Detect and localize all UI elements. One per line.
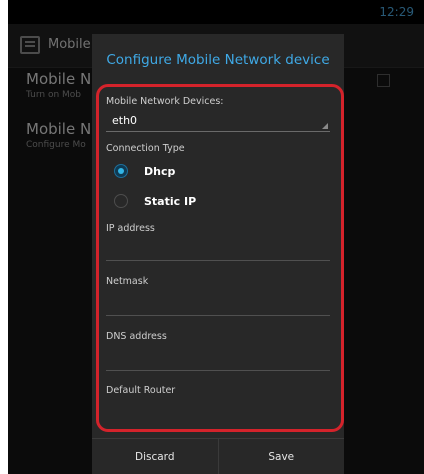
radio-static-ip[interactable]: Static IP [114,192,196,210]
save-button[interactable]: Save [217,439,345,474]
ip-address-label: IP address [106,223,155,234]
dns-address-label: DNS address [106,331,167,342]
radio-unchecked-icon[interactable] [114,194,128,208]
radio-checked-icon[interactable] [114,164,128,178]
dns-address-input[interactable] [106,370,330,371]
device-spinner-value: eth0 [112,114,138,127]
netmask-input[interactable] [106,315,330,316]
configure-network-dialog: Configure Mobile Network device Mobile N… [92,34,344,474]
dialog-button-bar: Discard Save [92,438,344,474]
ip-address-input[interactable] [106,260,330,261]
netmask-label: Netmask [106,276,149,287]
spinner-arrow-icon [322,123,328,129]
device-spinner[interactable]: eth0 [106,112,330,132]
dialog-title: Configure Mobile Network device [106,52,330,68]
radio-label: Dhcp [144,164,176,178]
devices-label: Mobile Network Devices: [106,96,224,107]
connection-type-label: Connection Type [106,143,185,154]
radio-dhcp[interactable]: Dhcp [114,162,175,180]
default-router-label: Default Router [106,385,176,396]
radio-label: Static IP [144,194,197,208]
phone-screen: 12:29 Mobile N Mobile Net Turn on Mob Mo… [8,0,424,474]
discard-button[interactable]: Discard [92,439,218,474]
highlight-box [96,84,344,432]
